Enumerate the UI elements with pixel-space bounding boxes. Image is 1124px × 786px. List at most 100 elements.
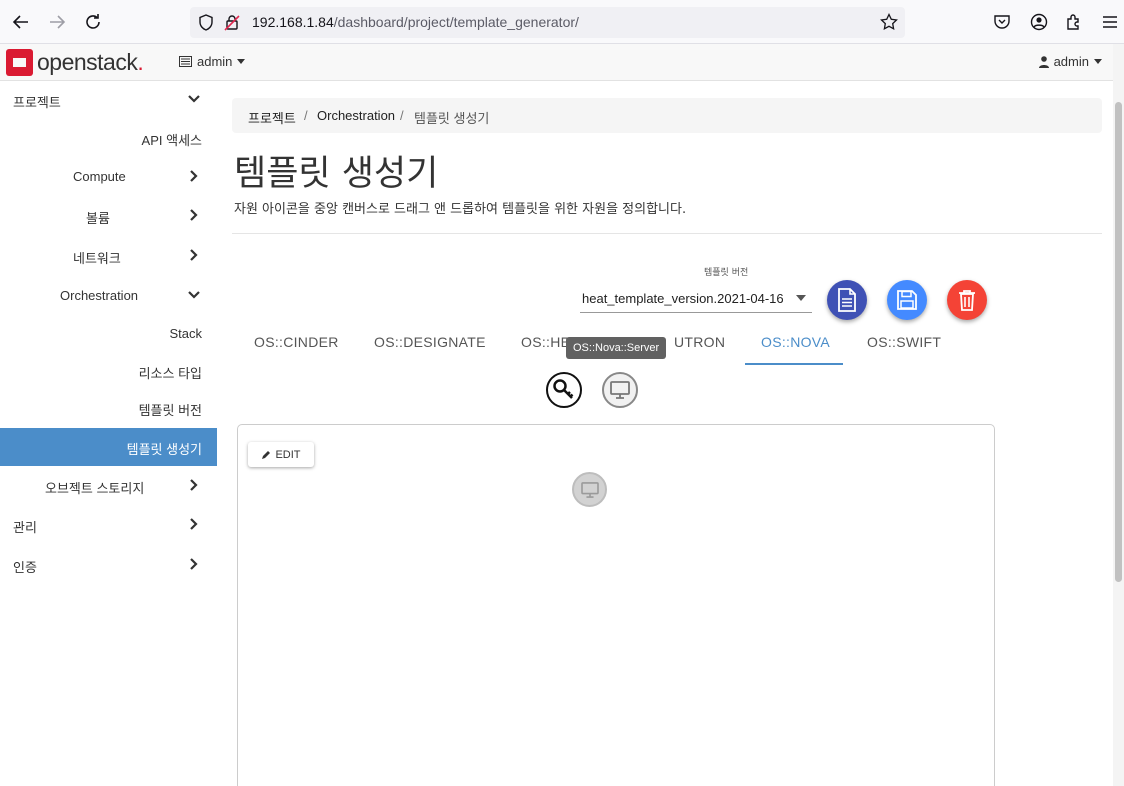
url-host: 192.168.1.84 [252,14,334,30]
sidebar-item-template-versions[interactable]: 템플릿 버전 [0,389,217,427]
sidebar-item-identity[interactable]: 인증 [0,546,217,584]
canvas-server-node[interactable] [572,472,607,507]
floppy-disk-icon [897,290,917,310]
chevron-down-icon [188,291,200,299]
edit-button-label: EDIT [275,448,301,461]
key-icon [553,379,574,399]
monitor-icon [610,381,630,399]
header-divider [232,233,1102,234]
forward-arrow-icon[interactable] [45,10,69,34]
tab-os-neutron[interactable]: UTRON [674,334,725,350]
sidebar-item-label: Compute [73,169,126,184]
view-template-button[interactable] [827,280,867,320]
browser-toolbar: 192.168.1.84/dashboard/project/template_… [0,0,1124,44]
page-title: 템플릿 생성기 [234,154,439,194]
sidebar-item-label: 프로젝트 [13,95,61,110]
template-version-label: 템플릿 버전 [704,268,749,278]
nova-keypair-resource[interactable] [546,372,582,408]
template-version-value: heat_template_version.2021-04-16 [582,291,784,306]
delete-template-button[interactable] [947,280,987,320]
pocket-icon[interactable] [991,11,1013,33]
sidebar-item-label: 관리 [13,520,37,535]
chevron-down-icon [188,95,200,103]
logo-text: openstack. [37,49,144,76]
sidebar-item-label: 템플릿 버전 [138,403,202,418]
sidebar-item-label: 오브젝트 스토리지 [45,481,145,496]
template-version-select[interactable]: heat_template_version.2021-04-16 [580,284,812,313]
tab-os-heat[interactable]: OS::HE [521,334,570,350]
sidebar-item-template-generator[interactable]: 템플릿 생성기 [0,428,217,466]
project-selector[interactable]: admin [179,54,246,69]
insecure-lock-icon [224,14,240,35]
tab-os-swift[interactable]: OS::SWIFT [867,334,941,350]
breadcrumb-project[interactable]: 프로젝트 [248,108,296,127]
sidebar-item-label: 템플릿 생성기 [126,442,202,457]
sidebar-item-resource-types[interactable]: 리소스 타입 [0,352,217,390]
reload-icon[interactable] [81,10,105,34]
sidebar-item-stack[interactable]: Stack [0,315,217,353]
openstack-logo[interactable]: openstack. [6,49,144,76]
edit-button[interactable]: EDIT [248,442,314,467]
hamburger-menu-icon[interactable] [1099,11,1121,33]
sidebar-item-label: 리소스 타입 [138,366,202,381]
logo-dot: . [137,49,144,75]
monitor-icon [580,481,599,498]
page-scrollbar[interactable] [1113,44,1124,786]
sidebar-item-api-access[interactable]: API 액세스 [0,119,217,157]
extensions-icon[interactable] [1063,11,1085,33]
document-icon [838,288,856,312]
page-description: 자원 아이콘을 중앙 캔버스로 드래그 앤 드롭하여 템플릿을 위한 자원을 정… [234,202,687,217]
sidebar-item-object-storage[interactable]: 오브젝트 스토리지 [0,467,217,505]
chevron-right-icon [190,249,198,261]
bookmark-star-icon[interactable] [880,12,898,35]
chevron-right-icon [190,558,198,570]
top-navbar: openstack. admin admin [0,44,1124,81]
active-tab-indicator [745,363,843,365]
chevron-right-icon [190,479,198,491]
nova-server-resource[interactable] [602,372,638,408]
sidebar-item-admin[interactable]: 관리 [0,506,217,544]
user-menu[interactable]: admin [1038,54,1102,69]
sidebar: 프로젝트 API 액세스 Compute 볼륨 네트워크 Orchestrati… [0,81,217,786]
shield-icon [198,14,214,35]
chevron-right-icon [190,170,198,182]
sidebar-item-label: 볼륨 [86,211,110,226]
scrollbar-thumb[interactable] [1115,102,1122,582]
dropdown-arrow-icon [796,295,806,301]
sidebar-item-label: 네트워크 [73,251,121,266]
breadcrumb-orchestration[interactable]: Orchestration [317,108,395,123]
back-arrow-icon[interactable] [9,10,33,34]
caret-down-icon [237,59,246,64]
sidebar-item-orchestration[interactable]: Orchestration [0,277,217,315]
trash-icon [959,290,975,311]
breadcrumb-separator: / [400,108,404,123]
sidebar-item-label: API 액세스 [141,133,202,148]
address-bar[interactable]: 192.168.1.84/dashboard/project/template_… [190,7,905,38]
tab-os-cinder[interactable]: OS::CINDER [254,334,339,350]
pencil-icon [262,450,271,459]
project-list-icon [179,56,192,67]
sidebar-item-label: 인증 [13,560,37,575]
sidebar-item-project[interactable]: 프로젝트 [0,81,217,119]
chevron-right-icon [190,209,198,221]
breadcrumb-current: 템플릿 생성기 [414,111,490,126]
project-selector-label: admin [197,54,233,69]
url-path: /dashboard/project/template_generator/ [333,14,579,30]
sidebar-item-label: Orchestration [60,288,139,303]
logo-word: openstack [37,49,138,75]
user-menu-label: admin [1053,54,1089,69]
caret-down-icon [1094,59,1102,64]
template-canvas[interactable] [237,424,995,786]
breadcrumb-separator: / [304,108,308,123]
chevron-right-icon [190,518,198,530]
openstack-logo-mark [6,49,33,76]
sidebar-item-compute[interactable]: Compute [0,158,217,196]
sidebar-item-volume[interactable]: 볼륨 [0,197,217,235]
sidebar-item-label: Stack [169,326,202,341]
sidebar-item-network[interactable]: 네트워크 [0,237,217,275]
account-icon[interactable] [1028,11,1050,33]
save-template-button[interactable] [887,280,927,320]
tab-os-designate[interactable]: OS::DESIGNATE [374,334,486,350]
resource-tooltip: OS::Nova::Server [566,337,667,359]
tab-os-nova[interactable]: OS::NOVA [761,334,830,350]
